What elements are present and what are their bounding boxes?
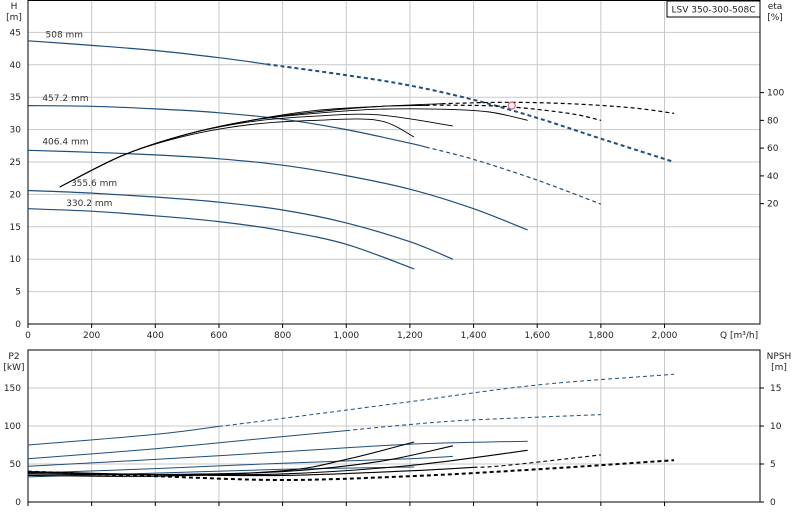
x-tick-label-3: 600 [210, 331, 227, 341]
head-curve-1-dashed [425, 146, 602, 205]
eta-curve-0-dashed [441, 101, 675, 114]
y-tick-left-bottom-2: 100 [4, 422, 21, 432]
y-tick-right-top-2: 60 [767, 144, 779, 154]
head-curve-label-0: 508 mm [46, 31, 84, 41]
x-tick-label-6: 1,200 [397, 331, 423, 341]
chart-svg: 508 mm 457.2 mm 406.4 mm 355.6 mm 330.2 mm 0 5… [3, 0, 792, 508]
y-label-left-top-1: [m] [6, 13, 22, 23]
x-axis-label: Q [m³/h] [720, 331, 758, 341]
head-curve-0-dashed [266, 63, 675, 163]
y-tick-left-top-7: 35 [10, 93, 21, 103]
x-tick-label-2: 400 [147, 331, 164, 341]
y-tick-left-bottom-0: 0 [15, 498, 21, 508]
y-tick-right-top-1: 40 [767, 172, 779, 182]
y-tick-left-top-3: 15 [10, 223, 21, 233]
y-label-right-bottom-0: NPSH [767, 352, 792, 362]
y-tick-left-top-2: 10 [10, 255, 22, 265]
x-tick-label-5: 1,000 [333, 331, 359, 341]
y-tick-left-top-5: 25 [10, 158, 21, 168]
y-tick-left-top-1: 5 [15, 288, 21, 298]
x-tick-label-4: 800 [274, 331, 291, 341]
y-label-left-bottom-0: P2 [8, 352, 19, 362]
y-label-right-top-0: eta [768, 2, 783, 12]
power-curve-1-solid [27, 430, 347, 460]
y-tick-right-top-0: 20 [767, 200, 779, 210]
head-curve-4-solid [27, 208, 415, 270]
x-tick-label-10: 2,000 [652, 331, 678, 341]
y-tick-right-bottom-2: 10 [770, 422, 782, 432]
power-curve-0-dashed [218, 373, 675, 427]
x-tick-label-1: 200 [83, 331, 100, 341]
head-curve-label-1: 457.2 mm [42, 94, 88, 104]
power-curve-0-solid [27, 425, 220, 446]
x-tick-label-0: 0 [25, 331, 31, 341]
power-curve-2-solid [27, 440, 528, 467]
head-curve-0-solid [27, 40, 267, 65]
eta-curve-3-solid [59, 113, 453, 188]
eta-curve-1-solid [59, 104, 426, 188]
y-tick-right-top-3: 80 [767, 116, 779, 126]
y-tick-left-bottom-1: 50 [10, 460, 22, 470]
y-label-right-bottom-1: [m] [771, 363, 787, 373]
pump-performance-chart: 508 mm 457.2 mm 406.4 mm 355.6 mm 330.2 mm 0 5… [0, 0, 800, 520]
y-tick-right-top-4: 100 [767, 89, 784, 99]
y-tick-left-top-6: 30 [10, 126, 22, 136]
head-curve-label-4: 330.2 mm [66, 199, 112, 209]
x-tick-label-9: 1,800 [588, 331, 614, 341]
y-tick-left-top-9: 45 [10, 28, 21, 38]
model-label: LSV 350-300-508C [671, 6, 755, 16]
x-tick-label-8: 1,600 [524, 331, 550, 341]
y-label-right-top-1: [%] [767, 13, 783, 23]
y-tick-right-bottom-0: 0 [770, 498, 776, 508]
head-curve-label-2: 406.4 mm [42, 138, 88, 148]
y-tick-right-bottom-3: 15 [770, 384, 781, 394]
y-tick-left-top-0: 0 [15, 320, 21, 330]
y-tick-left-bottom-3: 150 [4, 384, 21, 394]
head-curve-label-3: 355.6 mm [71, 179, 117, 189]
y-tick-left-top-4: 20 [10, 190, 22, 200]
y-tick-left-top-8: 40 [10, 61, 22, 71]
y-label-left-bottom-1: [kW] [3, 363, 24, 373]
x-tick-label-7: 1,400 [461, 331, 487, 341]
y-tick-right-bottom-1: 5 [770, 460, 776, 470]
duty-point-marker [507, 101, 516, 110]
y-label-left-top-0: H [11, 2, 18, 12]
